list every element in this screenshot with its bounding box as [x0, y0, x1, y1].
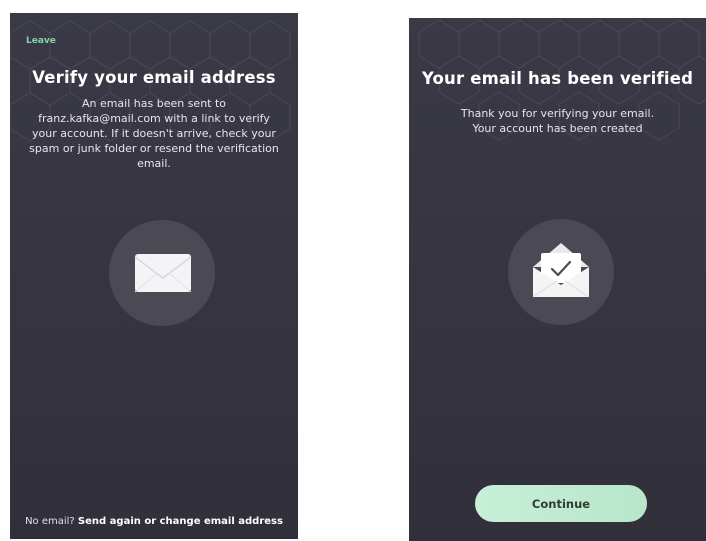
envelope-badge [508, 219, 614, 325]
resend-footer: No email? Send again or change email add… [10, 516, 298, 527]
leave-link[interactable]: Leave [26, 36, 56, 46]
hexagon-pattern [418, 19, 706, 141]
envelope-badge [109, 220, 215, 326]
page-title: Verify your email address [32, 68, 276, 87]
page-title: Your email has been verified [421, 69, 694, 88]
email-verified-screen: Your email has been verified Thank you f… [409, 18, 706, 541]
footer-prefix: No email? [25, 516, 75, 527]
confirmation-message: Thank you for verifying your email. Your… [439, 106, 676, 136]
confirmation-line-1: Thank you for verifying your email. [460, 107, 655, 120]
envelope-closed-icon [134, 254, 192, 293]
send-again-link[interactable]: Send again or change email address [78, 516, 283, 527]
confirmation-line-2: Your account has been created [472, 122, 643, 135]
verify-email-screen: Leave Verify your email address An email… [10, 13, 298, 539]
verification-message: An email has been sent to franz.kafka@ma… [29, 97, 279, 170]
envelope-open-check-icon [532, 243, 590, 298]
continue-button[interactable]: Continue [475, 485, 647, 522]
